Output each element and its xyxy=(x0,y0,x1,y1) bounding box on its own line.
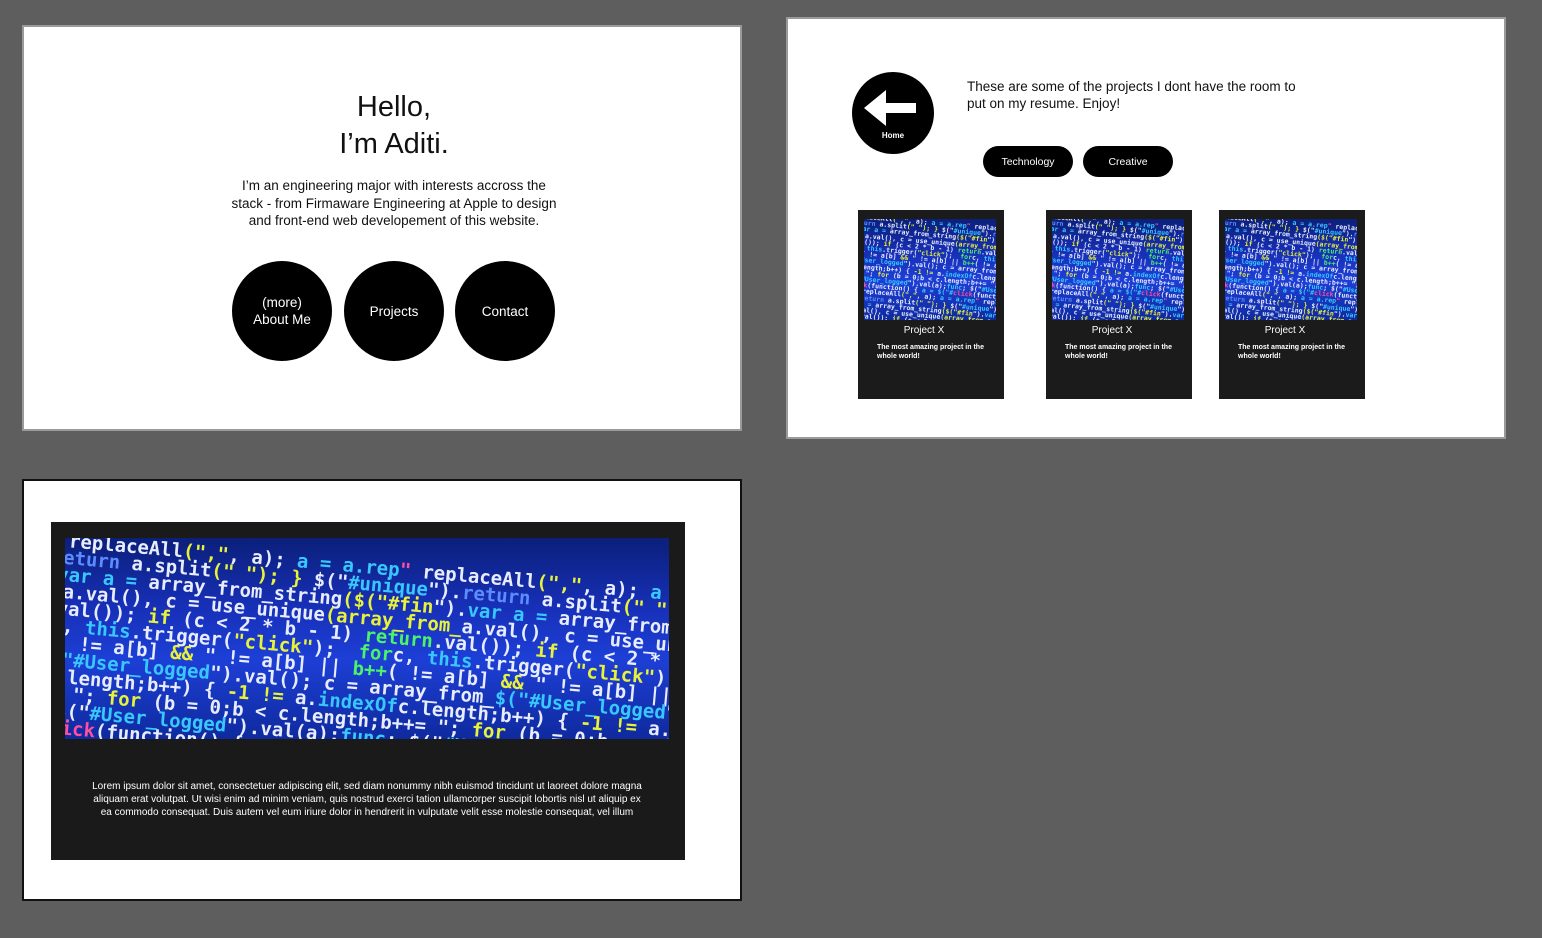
home-button-label: Home xyxy=(881,131,905,140)
project-card[interactable]: " replaceAll(",", a); a = a.rep" replace… xyxy=(1219,210,1365,399)
filter-creative-button[interactable]: Creative xyxy=(1083,146,1173,177)
project-card-description: The most amazing project in the whole wo… xyxy=(1238,344,1345,360)
code-image: " replaceAll(",", a); a = a.rep" replace… xyxy=(65,538,669,739)
about-line-2: About Me xyxy=(253,312,311,327)
projects-button-label: Projects xyxy=(369,303,419,319)
project-detail-artboard: " replaceAll(",", a); a = a.rep" replace… xyxy=(22,479,742,901)
greeting-line-1: Hello, xyxy=(356,91,432,123)
project-thumbnail: " replaceAll(",", a); a = a.rep" replace… xyxy=(864,219,996,320)
project-thumbnail: " replaceAll(",", a); a = a.rep" replace… xyxy=(1225,219,1357,320)
about-line-1: (more) xyxy=(262,295,302,310)
project-card-description: The most amazing project in the whole wo… xyxy=(1065,344,1172,360)
about-me-button[interactable]: (more) About Me xyxy=(232,261,332,361)
project-card-title: Project X xyxy=(1264,325,1306,336)
code-image: " replaceAll(",", a); a = a.rep" replace… xyxy=(1225,219,1357,320)
home-button[interactable]: Home xyxy=(852,72,934,154)
hero-greeting: Hello, I’m Aditi. xyxy=(24,89,764,163)
project-description: Lorem ipsum dolor sit amet, consectetuer… xyxy=(92,781,642,818)
greeting-line-2: I’m Aditi. xyxy=(339,128,449,160)
home-artboard: Hello, I’m Aditi. I’m an engineering maj… xyxy=(22,25,742,431)
contact-button[interactable]: Contact xyxy=(455,261,555,361)
project-hero-image: " replaceAll(",", a); a = a.rep" replace… xyxy=(65,538,669,739)
project-thumbnail: " replaceAll(",", a); a = a.rep" replace… xyxy=(1052,219,1184,320)
project-card[interactable]: " replaceAll(",", a); a = a.rep" replace… xyxy=(858,210,1004,399)
project-card-title: Project X xyxy=(1091,325,1133,336)
project-card-description: The most amazing project in the whole wo… xyxy=(877,344,984,360)
projects-button[interactable]: Projects xyxy=(344,261,444,361)
filter-technology-button[interactable]: Technology xyxy=(983,146,1073,177)
project-card[interactable]: " replaceAll(",", a); a = a.rep" replace… xyxy=(1046,210,1192,399)
back-arrow-icon xyxy=(864,90,916,126)
contact-button-label: Contact xyxy=(481,303,529,319)
projects-intro-text: These are some of the projects I dont ha… xyxy=(967,79,1296,111)
code-image: " replaceAll(",", a); a = a.rep" replace… xyxy=(1052,219,1184,320)
project-card-title: Project X xyxy=(903,325,945,336)
code-image: " replaceAll(",", a); a = a.rep" replace… xyxy=(864,219,996,320)
intro-text: I’m an engineering major with interests … xyxy=(231,178,557,228)
project-detail-panel: " replaceAll(",", a); a = a.rep" replace… xyxy=(51,522,685,860)
projects-artboard: Home These are some of the projects I do… xyxy=(786,17,1506,439)
